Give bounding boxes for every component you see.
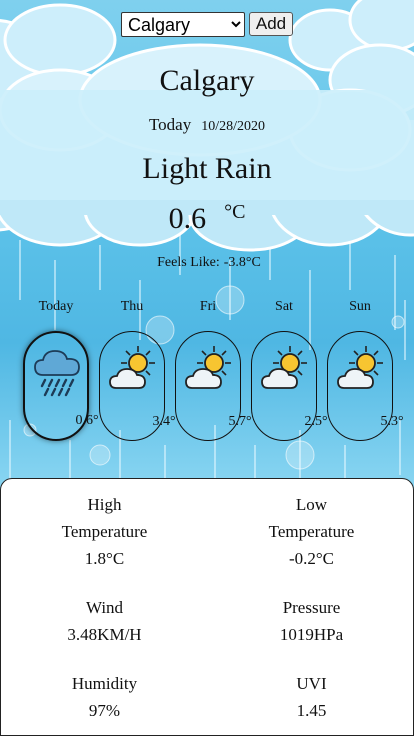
forecast-day[interactable]: Sat 2.5° (251, 298, 328, 441)
city-name: Calgary (159, 64, 255, 97)
forecast-day[interactable]: Sun 5.3° (327, 298, 404, 441)
date-text: 10/28/2020 (201, 119, 266, 134)
forecast-day[interactable]: Thu 3.4° (99, 298, 176, 441)
forecast-card[interactable]: 2.5° (251, 331, 328, 441)
humidity: Humidity 97% (1, 670, 208, 724)
feels-like-value: -3.8°C (223, 255, 261, 270)
high-label-line1: High (87, 495, 122, 514)
humidity-value: 97% (88, 701, 121, 720)
low-label-line2: Temperature (268, 522, 355, 541)
low-label-line1: Low (295, 495, 328, 514)
temperature-value: 0.6 (168, 202, 207, 235)
forecast-card[interactable]: 3.4° (99, 331, 176, 441)
forecast-temp: 5.3° (380, 414, 404, 429)
forecast-strip: Today 0.6° Thu 3.4° Fri 5.7° Sat 2.5° Su… (23, 298, 404, 441)
weather-condition: Light Rain (142, 152, 272, 185)
weather-background: Calgary Add Calgary Today 10/28/2020 Lig… (0, 0, 414, 490)
wind: Wind 3.48KM/H (1, 594, 208, 648)
forecast-day-name: Thu (120, 299, 144, 314)
current-temperature: 0.6 °C (0, 201, 414, 236)
feels-like-label: Feels Like: (157, 255, 220, 270)
weather-details-panel: High Temperature 1.8°C Low Temperature -… (0, 478, 414, 736)
feels-like: Feels Like: -3.8°C (0, 255, 414, 271)
wind-value: 3.48KM/H (67, 625, 142, 644)
rain-cloud-icon (34, 350, 80, 397)
date-row: Today 10/28/2020 (0, 115, 414, 135)
wind-label: Wind (85, 598, 124, 617)
day-label: Today (148, 115, 192, 134)
pressure: Pressure 1019HPa (208, 594, 414, 648)
partly-cloudy-icon (109, 346, 155, 389)
add-city-button[interactable]: Add (249, 12, 293, 36)
forecast-card[interactable]: 5.3° (327, 331, 404, 441)
forecast-day-name: Today (38, 299, 74, 314)
high-label-line2: Temperature (61, 522, 148, 541)
forecast-day-name: Fri (199, 299, 217, 314)
forecast-day-name: Sat (275, 299, 293, 314)
partly-cloudy-icon (185, 346, 231, 389)
uvi-label: UVI (296, 674, 327, 693)
city-toolbar: Calgary Add (0, 12, 414, 37)
pressure-label: Pressure (282, 598, 341, 617)
temperature-unit: °C (224, 201, 246, 223)
humidity-label: Humidity (71, 674, 138, 693)
partly-cloudy-icon (261, 346, 307, 389)
low-temperature: Low Temperature -0.2°C (208, 491, 414, 572)
high-temperature: High Temperature 1.8°C (1, 491, 208, 572)
uvi-value: 1.45 (296, 701, 327, 720)
high-value: 1.8°C (84, 549, 125, 568)
city-select[interactable]: Calgary (121, 12, 245, 37)
low-value: -0.2°C (288, 549, 335, 568)
uvi: UVI 1.45 (208, 670, 414, 724)
pressure-value: 1019HPa (279, 625, 344, 644)
forecast-day-name: Sun (349, 299, 371, 314)
forecast-card-selected[interactable]: 0.6° (23, 331, 99, 441)
forecast-day[interactable]: Today 0.6° (23, 298, 99, 441)
partly-cloudy-icon (337, 346, 383, 389)
forecast-day[interactable]: Fri 5.7° (175, 298, 252, 441)
forecast-card[interactable]: 5.7° (175, 331, 252, 441)
